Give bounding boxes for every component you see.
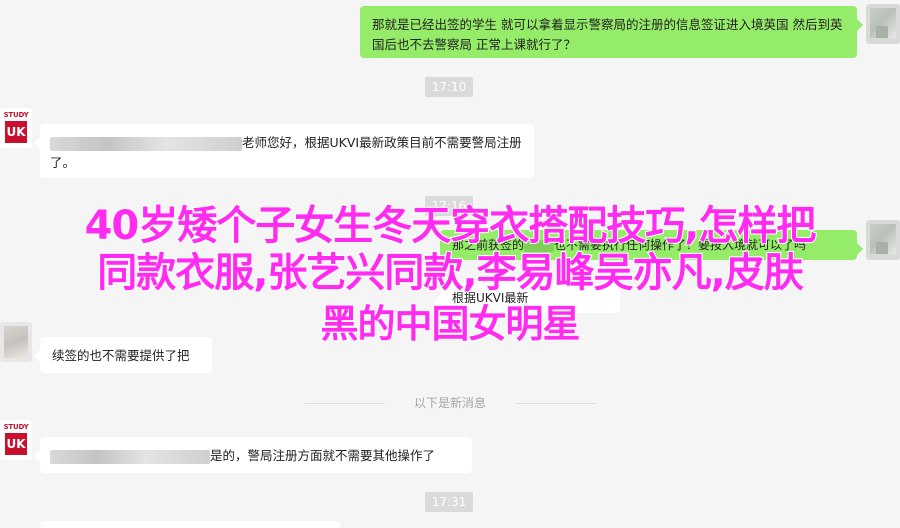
partial-message [40,521,340,528]
timestamp: 17:10 [425,77,473,97]
avatar-mark: UK [5,433,27,455]
new-messages-divider: 以下是新消息 [305,394,595,412]
study-uk-avatar[interactable]: STUDY UK [0,420,32,460]
avatar-brand: STUDY [3,423,29,431]
overlay-headline-line3: 黑的中国女明星 [319,301,581,347]
overlay-headline-line2: 同款衣服,张艺兴同款,李易峰吴亦凡,皮肤 [96,249,805,297]
message-text: 续签的也不需要提供了把 [52,348,190,363]
avatar-brand: STUDY [3,111,29,119]
timestamp: 17:31 [425,492,473,512]
redacted-text [50,449,210,464]
message-text: 那就是已经出签的学生 就可以拿着显示警察局的注册的信息签证进入境英国 然后到英国… [372,17,843,52]
outgoing-message[interactable]: 那就是已经出签的学生 就可以拿着显示警察局的注册的信息签证进入境英国 然后到英国… [360,6,863,58]
avatar-mark: UK [5,121,27,143]
divider-label: 以下是新消息 [413,396,486,410]
message-text: 是的，警局注册方面就不需要其他操作了 [210,448,436,463]
self-avatar[interactable] [866,4,900,44]
incoming-message[interactable]: 老师您好，根据UKVI最新政策目前不需要警局注册了。 [34,124,534,178]
incoming-message[interactable]: 是的，警局注册方面就不需要其他操作了 [34,437,472,473]
redacted-text [50,136,242,151]
study-uk-avatar[interactable]: STUDY UK [0,108,32,148]
